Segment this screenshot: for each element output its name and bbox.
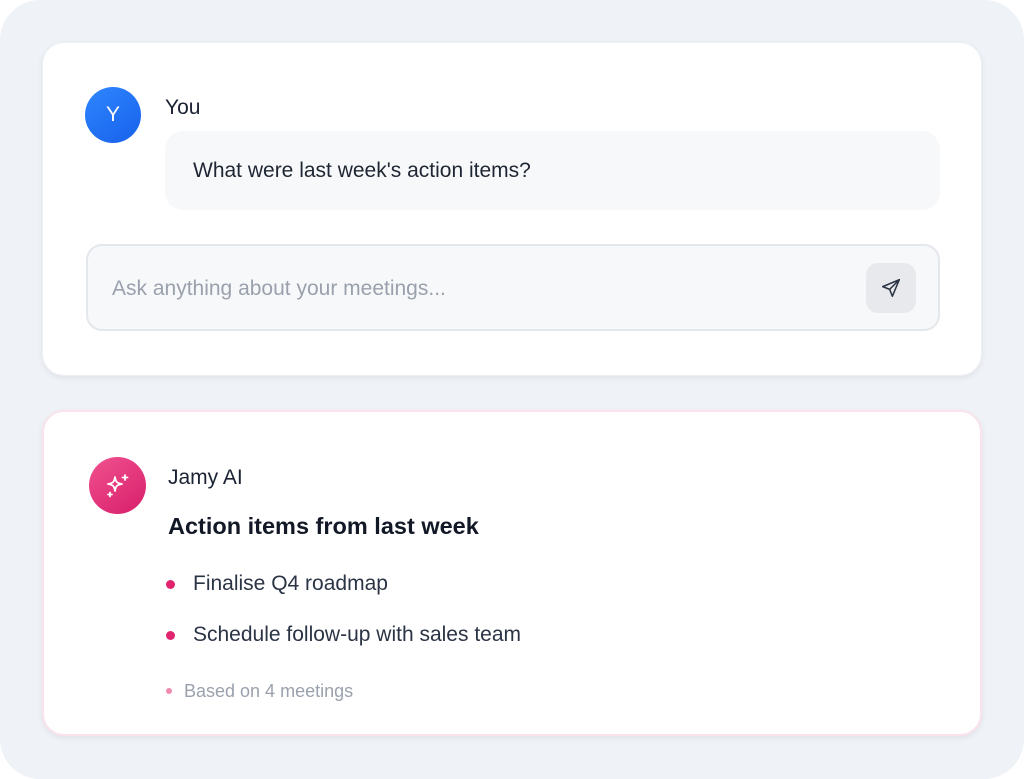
- user-avatar-initial: Y: [105, 103, 120, 126]
- bullet-dot-icon: [166, 631, 175, 640]
- action-item: Schedule follow-up with sales team: [166, 619, 521, 670]
- action-item: Finalise Q4 roadmap: [166, 568, 521, 619]
- bullet-dot-icon: [166, 580, 175, 589]
- sparkle-icon: [106, 473, 128, 497]
- user-message-card: Y You What were last week's action items…: [42, 42, 982, 376]
- app-background: Y You What were last week's action items…: [0, 0, 1024, 779]
- action-items-list: Finalise Q4 roadmap Schedule follow-up w…: [166, 568, 521, 670]
- user-sender-name: You: [165, 96, 201, 119]
- user-message-text: What were last week's action items?: [193, 158, 531, 182]
- ask-input[interactable]: [110, 246, 854, 331]
- ai-sender-name: Jamy AI: [168, 466, 243, 489]
- footnote-text: Based on 4 meetings: [184, 681, 354, 701]
- action-item-text: Schedule follow-up with sales team: [193, 623, 522, 646]
- send-icon: [881, 278, 901, 298]
- user-avatar: Y: [85, 87, 141, 143]
- send-button[interactable]: [866, 263, 916, 313]
- action-item-text: Finalise Q4 roadmap: [193, 572, 388, 595]
- ai-avatar: [89, 457, 146, 514]
- message-composer: [86, 244, 940, 331]
- answer-title: Action items from last week: [168, 513, 479, 539]
- footnote-dot-icon: [166, 688, 172, 694]
- source-footnote: Based on 4 meetings: [166, 678, 353, 704]
- ai-response-card: Jamy AI Action items from last week Fina…: [42, 410, 982, 736]
- user-message-bubble: What were last week's action items?: [165, 131, 940, 210]
